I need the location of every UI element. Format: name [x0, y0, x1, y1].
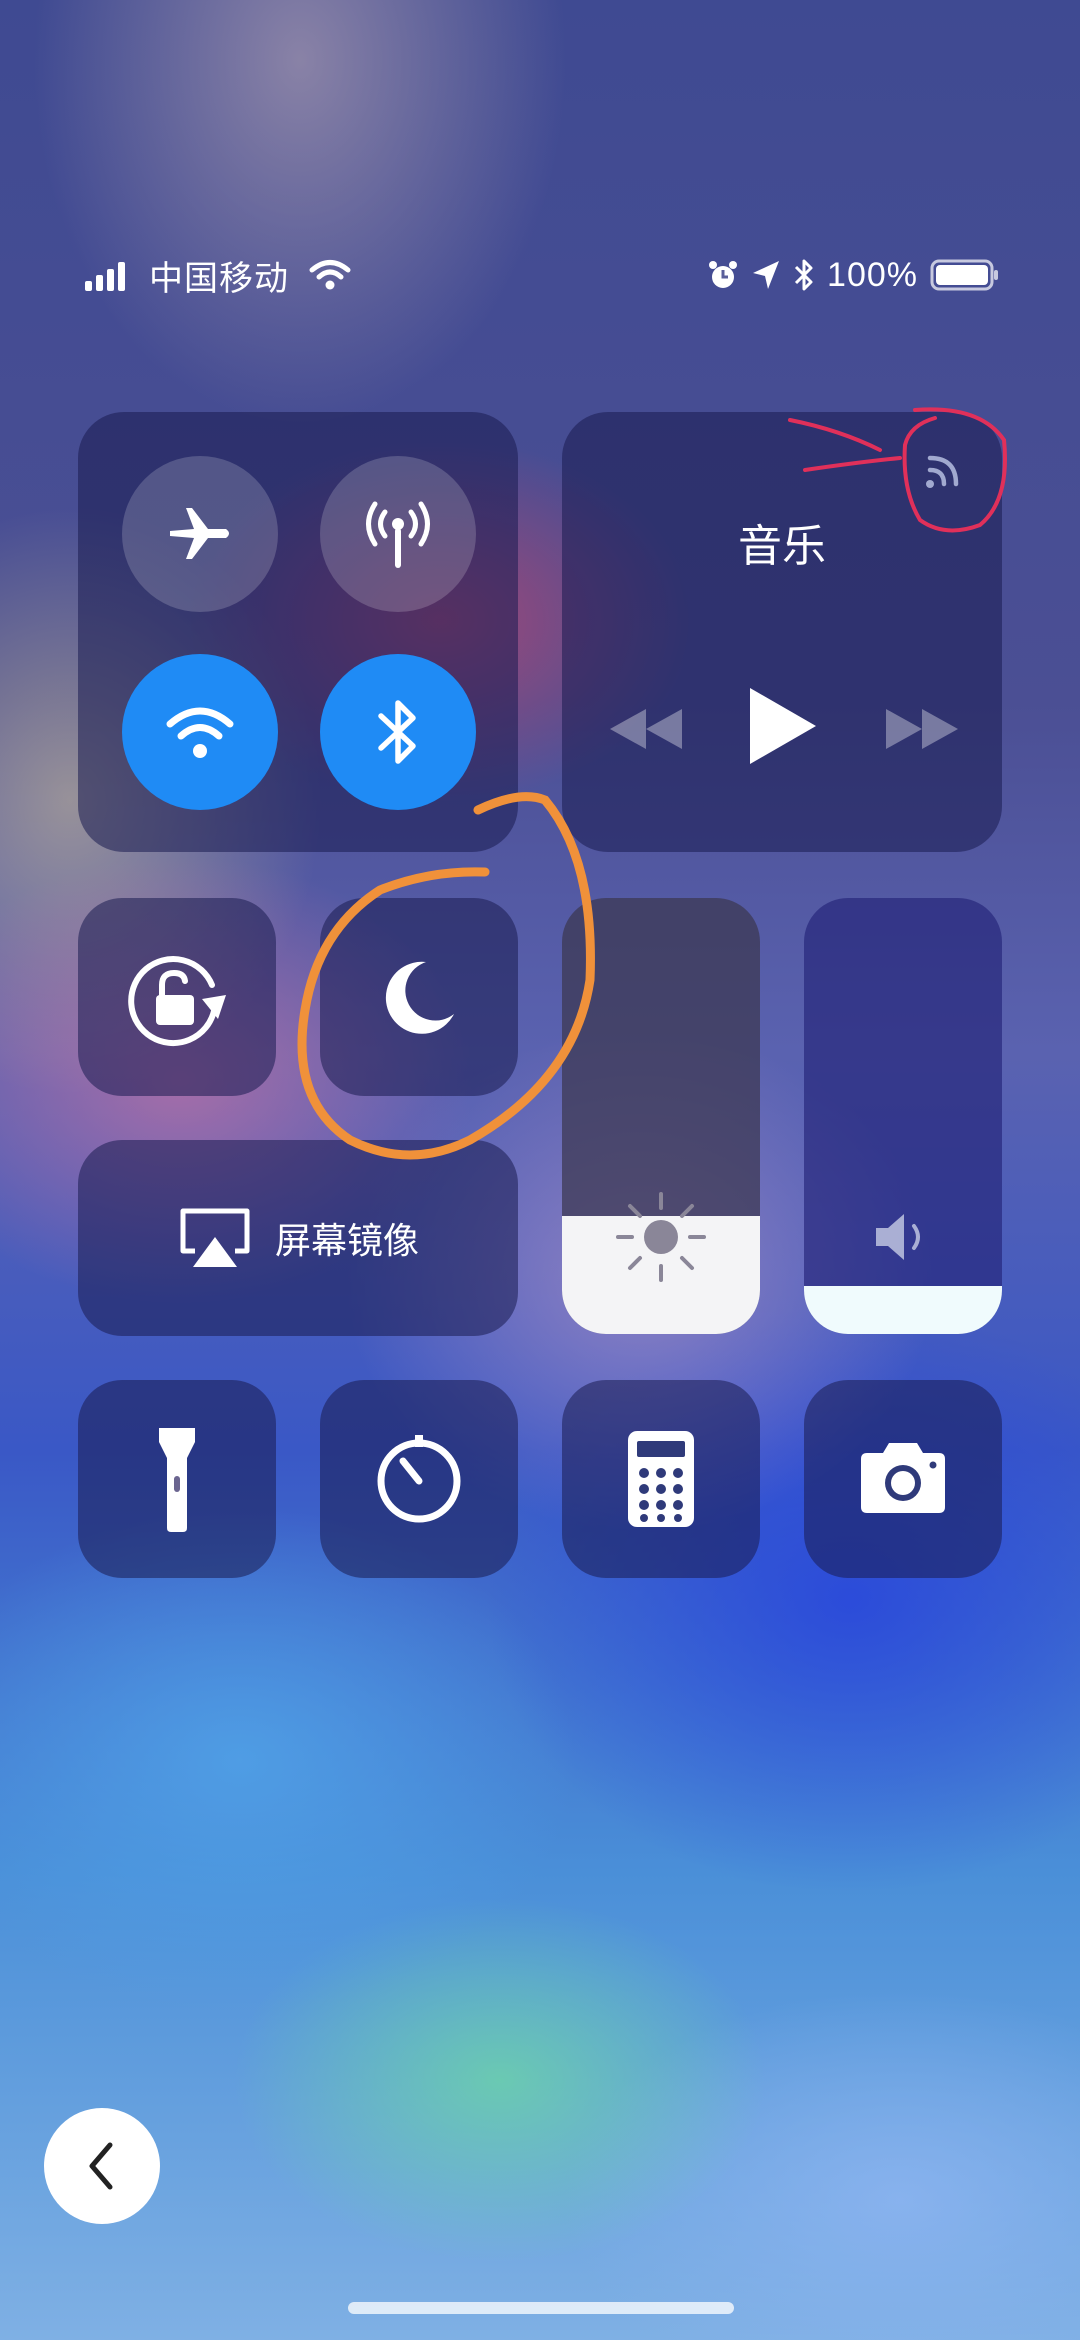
battery-percent: 100% — [827, 255, 918, 294]
timer-button[interactable] — [320, 1380, 518, 1578]
volume-slider[interactable] — [804, 898, 1002, 1334]
rewind-icon[interactable] — [608, 704, 684, 754]
cellular-data-toggle[interactable] — [320, 456, 476, 612]
bluetooth-toggle[interactable] — [320, 654, 476, 810]
music-panel[interactable]: 音乐 — [562, 412, 1002, 852]
brightness-slider[interactable] — [562, 898, 760, 1334]
wifi-toggle[interactable] — [122, 654, 278, 810]
flashlight-icon — [155, 1424, 199, 1534]
status-bar: 中国移动 100% — [0, 250, 1080, 300]
screen-mirroring-label: 屏幕镜像 — [274, 1220, 419, 1261]
wifi-icon — [164, 702, 236, 762]
rotation-lock-icon — [122, 947, 232, 1047]
camera-button[interactable] — [804, 1380, 1002, 1578]
battery-icon — [930, 258, 1000, 292]
airplane-icon — [164, 498, 236, 570]
calculator-button[interactable] — [562, 1380, 760, 1578]
speaker-icon — [872, 1210, 936, 1264]
connectivity-panel — [78, 412, 518, 852]
wifi-icon — [309, 259, 351, 291]
bluetooth-icon — [373, 694, 423, 770]
screen-mirroring-button[interactable]: 屏幕镜像 — [78, 1140, 518, 1336]
signal-icon — [85, 259, 135, 291]
flashlight-button[interactable] — [78, 1380, 276, 1578]
chevron-left-icon — [82, 2139, 122, 2193]
bluetooth-icon — [793, 258, 815, 292]
moon-icon — [374, 952, 464, 1042]
calculator-icon — [626, 1429, 696, 1529]
sun-icon — [612, 1188, 710, 1286]
do-not-disturb-button[interactable] — [320, 898, 518, 1096]
rotation-lock-button[interactable] — [78, 898, 276, 1096]
volume-level — [804, 1286, 1002, 1334]
alarm-icon — [707, 259, 739, 291]
back-button[interactable] — [44, 2108, 160, 2224]
music-title: 音乐 — [738, 522, 826, 571]
airplay-audio-icon[interactable] — [912, 440, 972, 500]
timer-icon — [371, 1431, 467, 1527]
location-icon — [751, 259, 781, 291]
screen-mirroring-icon — [177, 1205, 253, 1271]
fast-forward-icon[interactable] — [884, 704, 960, 754]
carrier-name: 中国移动 — [149, 259, 289, 298]
antenna-icon — [358, 494, 438, 574]
home-indicator[interactable] — [348, 2302, 734, 2314]
play-icon[interactable] — [744, 684, 820, 768]
airplane-mode-toggle[interactable] — [122, 456, 278, 612]
camera-icon — [855, 1441, 951, 1517]
